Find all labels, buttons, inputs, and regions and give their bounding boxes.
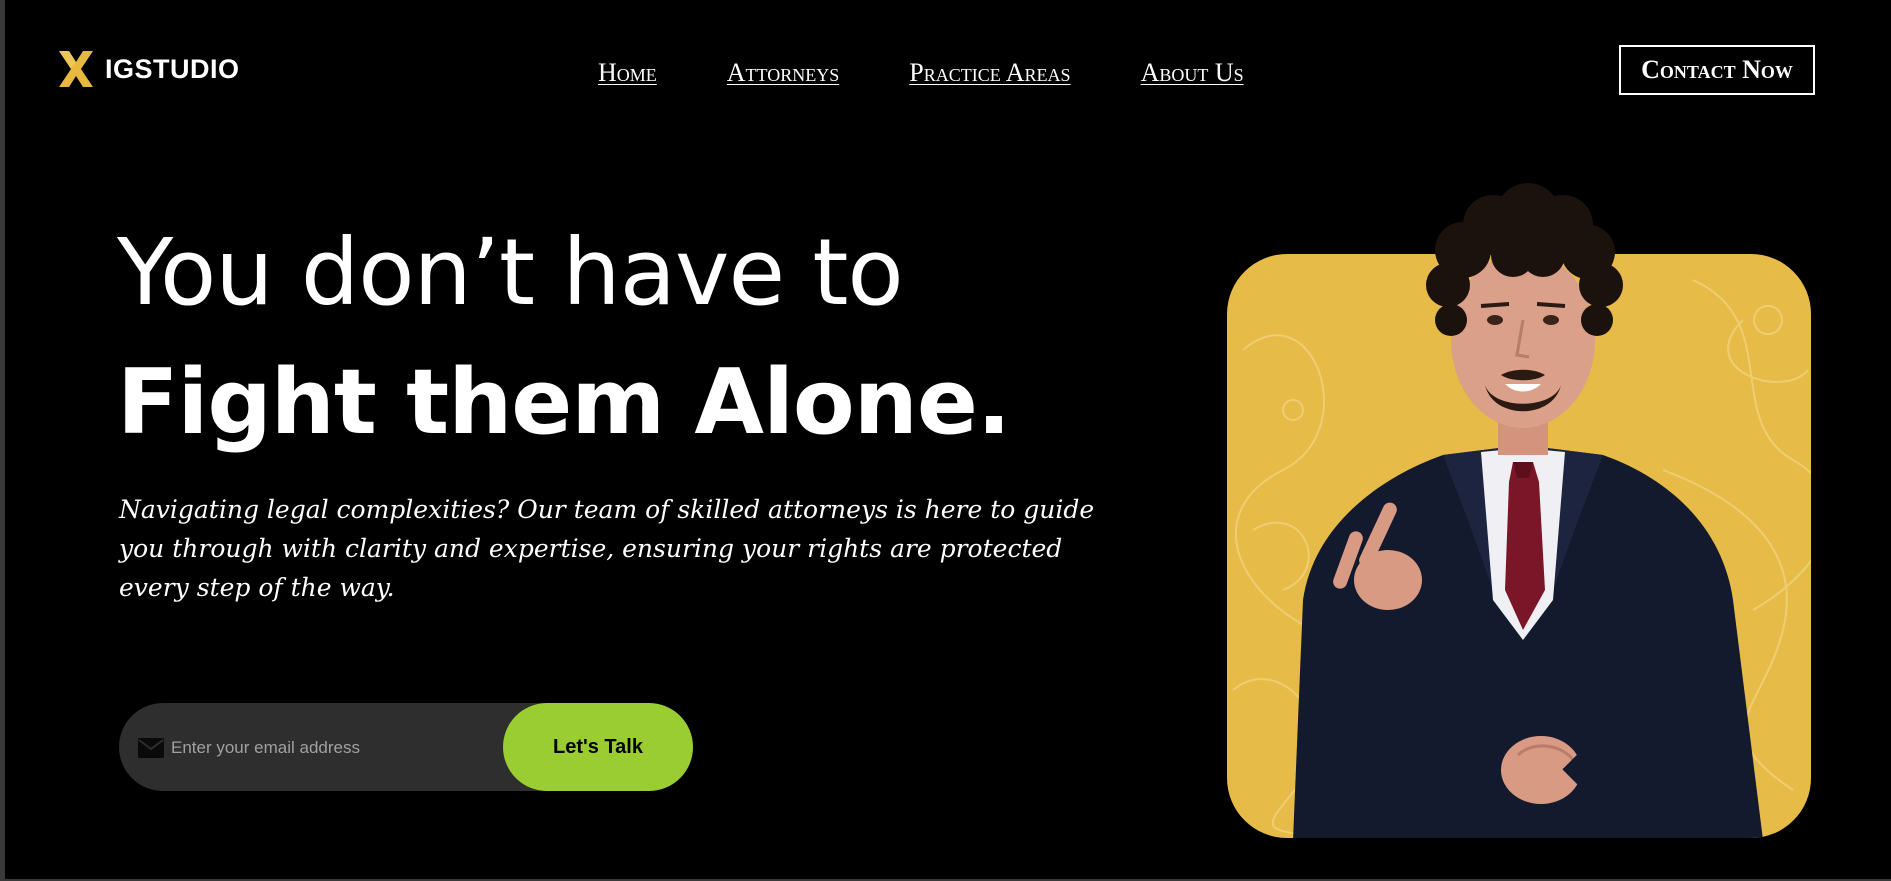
- attorney-hero-image: [1223, 170, 1813, 840]
- hero-headline-line2: Fight them Alone.: [117, 350, 1011, 455]
- mail-icon: [138, 738, 164, 758]
- nav-about-us[interactable]: About Us: [1141, 58, 1244, 88]
- page: IGSTUDIO Home Attorneys Practice Areas A…: [5, 0, 1891, 879]
- brand-name: IGSTUDIO: [105, 53, 240, 84]
- hero-description: Navigating legal complexities? Our team …: [119, 495, 1095, 602]
- x-logo-icon: [59, 51, 93, 87]
- nav-attorneys[interactable]: Attorneys: [727, 58, 839, 88]
- contact-now-button[interactable]: Contact Now: [1619, 45, 1815, 95]
- attorney-photo: [1227, 183, 1811, 838]
- hero-headline-line1: You don’t have to: [117, 219, 904, 326]
- brand-logo[interactable]: IGSTUDIO: [55, 48, 240, 90]
- nav-practice-areas[interactable]: Practice Areas: [909, 58, 1070, 88]
- nav-home[interactable]: Home: [598, 58, 657, 88]
- lets-talk-button[interactable]: Let's Talk: [503, 703, 693, 791]
- email-input[interactable]: [169, 731, 503, 765]
- main-nav: Home Attorneys Practice Areas About Us: [598, 58, 1244, 88]
- email-signup-form: Let's Talk: [119, 703, 693, 791]
